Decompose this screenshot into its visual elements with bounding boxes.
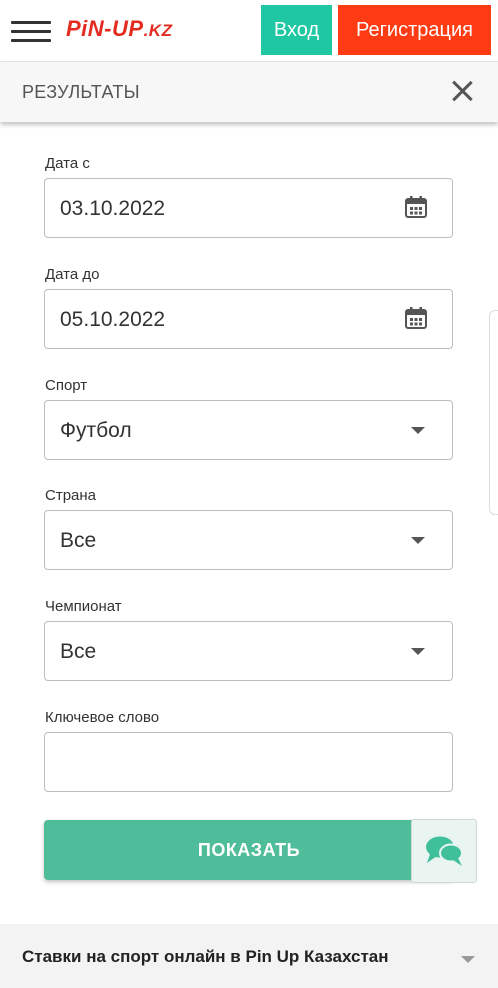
seo-accordion-title: Ставки на спорт онлайн в Pin Up Казахста…	[22, 947, 389, 966]
country-value: Все	[60, 529, 97, 552]
hamburger-menu-icon[interactable]	[11, 18, 51, 44]
chevron-down-icon	[461, 956, 475, 963]
date-to-label: Дата до	[45, 266, 100, 283]
login-button[interactable]: Вход	[261, 5, 332, 55]
logo-main-text: PiN-UP	[66, 16, 144, 41]
date-to-value: 05.10.2022	[60, 308, 166, 331]
site-logo[interactable]: PiN-UP.KZ	[66, 16, 172, 42]
keyword-label: Ключевое слово	[45, 709, 160, 726]
sport-value: Футбол	[60, 419, 132, 442]
caret-down-icon	[411, 648, 425, 655]
top-header: PiN-UP.KZ Вход Регистрация	[0, 0, 498, 62]
sport-select[interactable]: Футбол	[44, 400, 453, 460]
date-to-field[interactable]: 05.10.2022	[44, 289, 453, 349]
caret-down-icon	[411, 537, 425, 544]
chat-widget-button[interactable]	[411, 819, 477, 883]
country-label: Страна	[45, 487, 97, 504]
calendar-icon[interactable]	[405, 307, 427, 329]
show-results-button[interactable]: ПОКАЗАТЬ	[44, 820, 454, 880]
date-from-value: 03.10.2022	[60, 197, 166, 220]
championship-value: Все	[60, 640, 97, 663]
championship-select[interactable]: Все	[44, 621, 453, 681]
date-from-label: Дата с	[45, 155, 90, 172]
championship-label: Чемпионат	[45, 598, 122, 615]
seo-accordion[interactable]: Ставки на спорт онлайн в Pin Up Казахста…	[0, 924, 498, 988]
page-title: РЕЗУЛЬТАТЫ	[22, 82, 140, 102]
country-select[interactable]: Все	[44, 510, 453, 570]
caret-down-icon	[411, 427, 425, 434]
side-scroll-handle[interactable]	[489, 310, 498, 515]
register-button[interactable]: Регистрация	[338, 5, 491, 55]
logo-suffix-text: .KZ	[143, 21, 173, 40]
calendar-icon[interactable]	[405, 196, 427, 218]
chat-bubbles-icon	[426, 836, 463, 866]
sport-label: Спорт	[45, 377, 88, 394]
date-from-field[interactable]: 03.10.2022	[44, 178, 453, 238]
keyword-input[interactable]	[44, 732, 453, 792]
results-title-bar: РЕЗУЛЬТАТЫ	[0, 62, 498, 122]
close-icon[interactable]	[450, 79, 474, 103]
